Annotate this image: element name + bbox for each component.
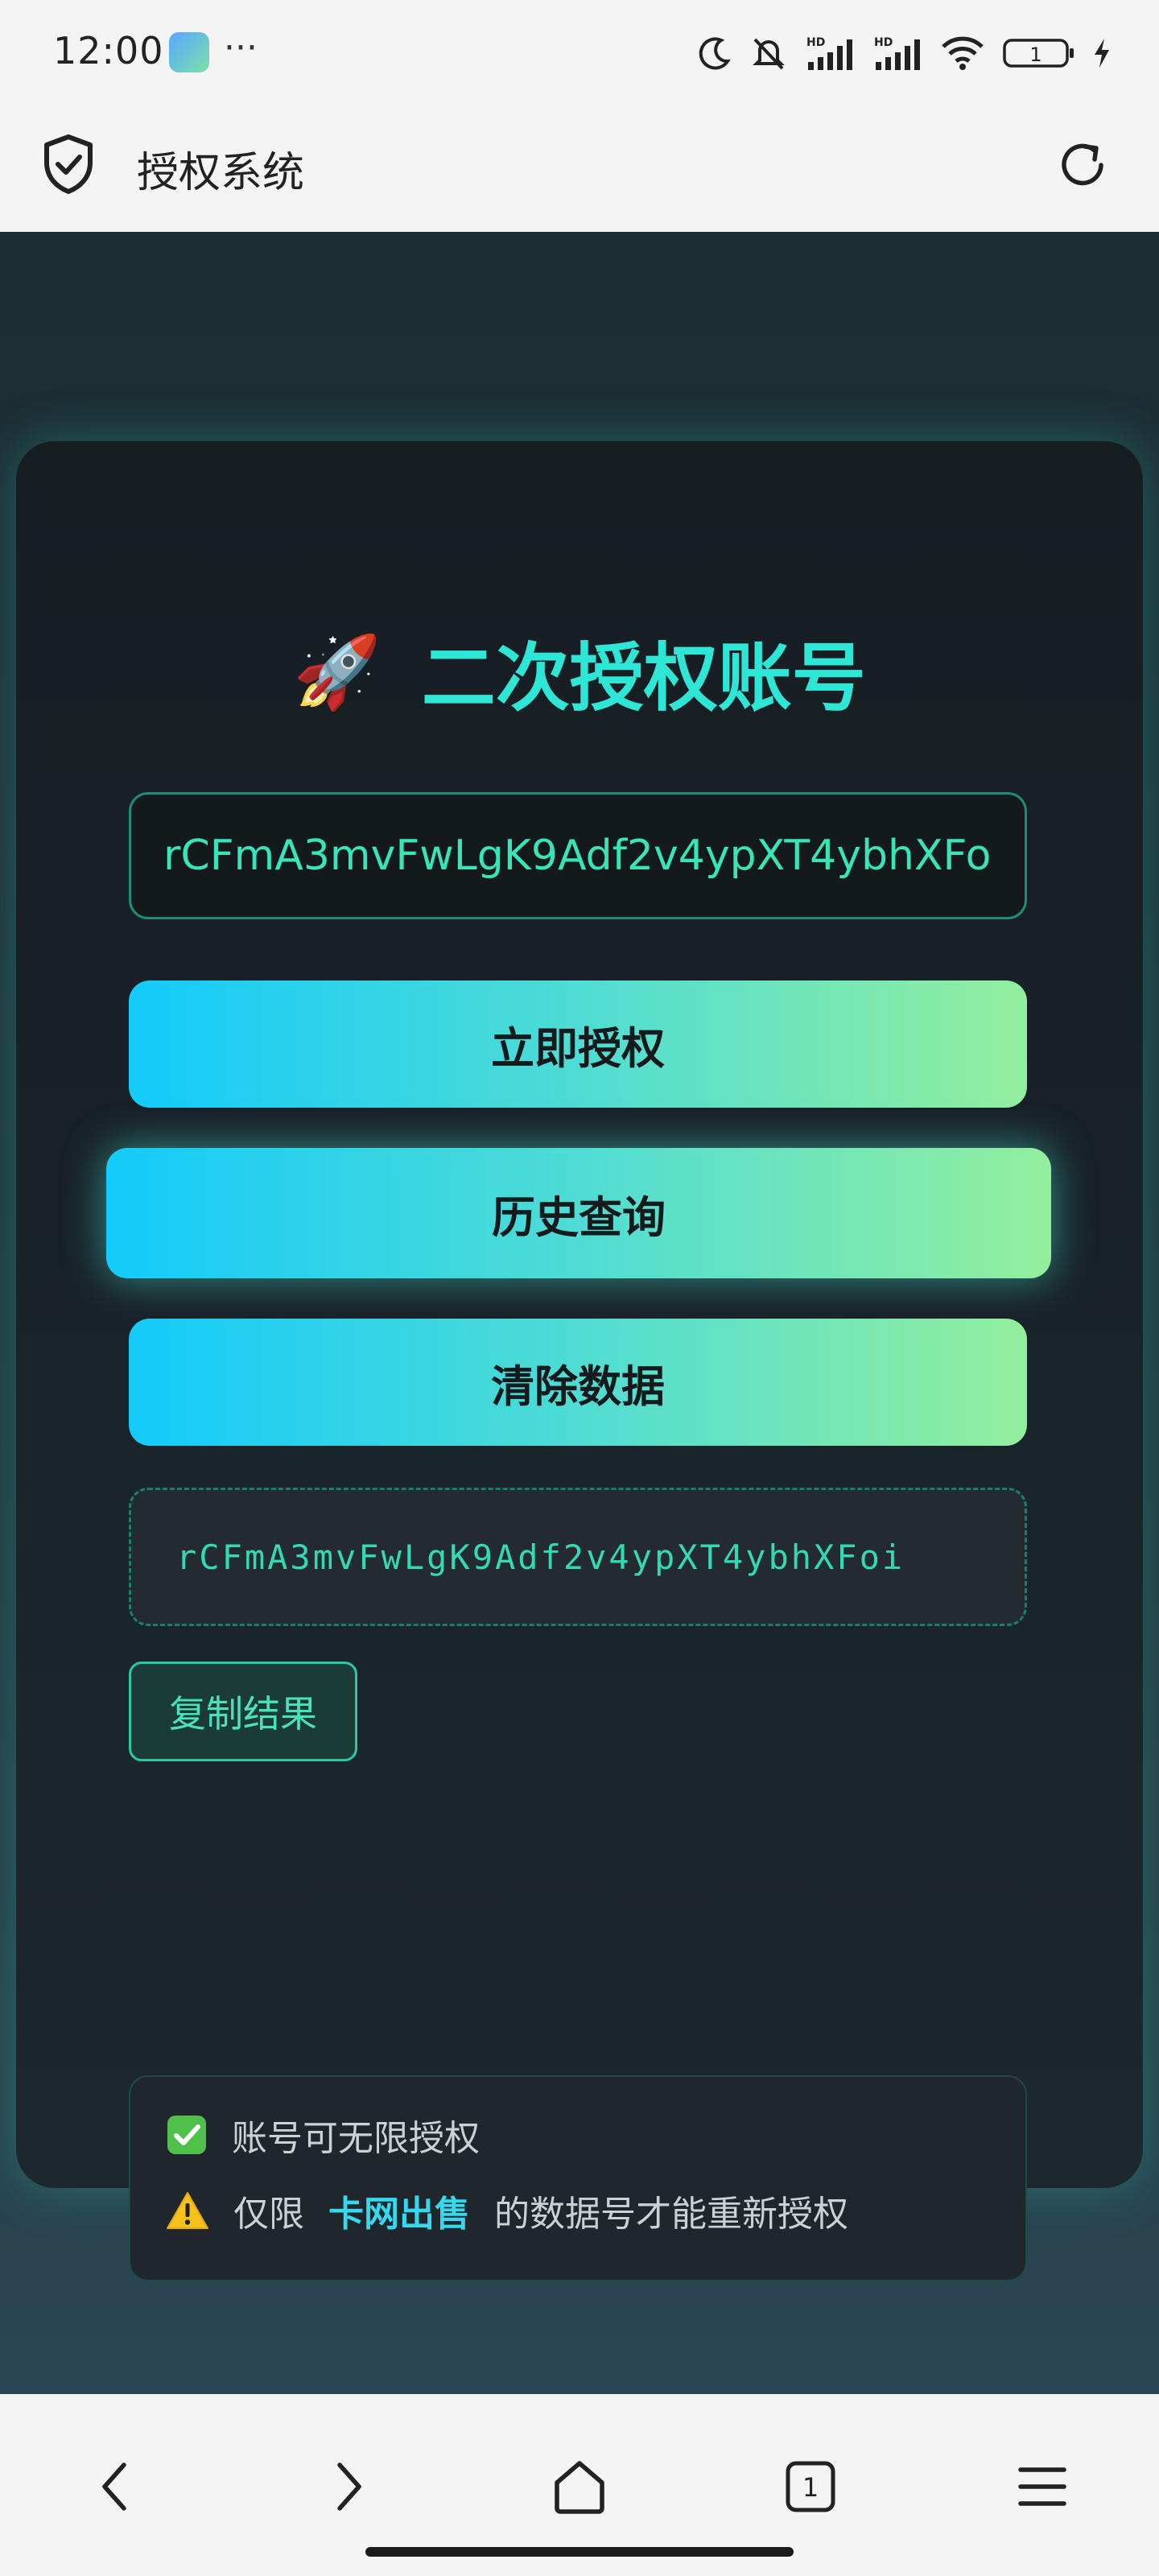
auth-card: 🚀 二次授权账号 立即授权 历史查询 清除数据 rCFmA3mvFwLgK9Ad…: [16, 441, 1143, 2281]
card-title: 🚀 二次授权账号: [16, 618, 1143, 725]
check-icon: [167, 2116, 206, 2154]
authorize-button[interactable]: 立即授权: [129, 980, 1027, 1108]
status-bar: 12:00 ··· HD HD 1: [0, 0, 1159, 105]
bell-muted-icon: [753, 38, 785, 70]
info-line-restriction: 仅限 卡网出售 的数据号才能重新授权: [166, 2185, 848, 2236]
charging-icon: [1095, 39, 1109, 68]
page-title: 授权系统: [137, 149, 305, 197]
token-input[interactable]: [129, 792, 1027, 919]
copy-result-button[interactable]: 复制结果: [129, 1662, 357, 1761]
info-highlight: 卡网出售: [328, 2194, 470, 2235]
result-text: rCFmA3mvFwLgK9Adf2v4ypXT4ybhXFoi: [176, 1537, 905, 1577]
info-box: 账号可无限授权 仅限 卡网出售 的数据号才能重新授权: [129, 2075, 1027, 2281]
rocket-icon: 🚀: [293, 630, 382, 713]
result-box: rCFmA3mvFwLgK9Adf2v4ypXT4ybhXFoi: [129, 1488, 1027, 1626]
clear-data-button[interactable]: 清除数据: [129, 1319, 1027, 1446]
menu-icon[interactable]: [1016, 2458, 1069, 2515]
back-icon[interactable]: [93, 2458, 138, 2515]
browser-header: 授权系统: [0, 105, 1159, 232]
info-suffix: 的数据号才能重新授权: [494, 2194, 848, 2235]
hd-label: HD: [874, 36, 893, 49]
moon-icon: [699, 37, 731, 70]
history-query-button[interactable]: 历史查询: [106, 1148, 1051, 1278]
info-prefix: 仅限: [233, 2194, 304, 2235]
signal-icon: HD: [806, 36, 852, 70]
shield-check-icon[interactable]: [42, 134, 95, 195]
warning-icon: [167, 2192, 208, 2229]
tabs-icon[interactable]: 1: [784, 2458, 837, 2515]
forward-icon[interactable]: [325, 2458, 370, 2515]
hd-label: HD: [806, 36, 825, 49]
card-title-text: 二次授权账号: [421, 635, 866, 721]
battery-level: 1: [1029, 43, 1041, 66]
info-line-unlimited: 账号可无限授权: [166, 2109, 480, 2161]
battery-icon: 1: [1003, 39, 1074, 68]
page-content: 🚀 二次授权账号 立即授权 历史查询 清除数据 rCFmA3mvFwLgK9Ad…: [0, 232, 1159, 2394]
home-indicator[interactable]: [365, 2547, 794, 2557]
refresh-icon[interactable]: [1054, 137, 1111, 193]
wifi-icon: [942, 36, 984, 70]
status-icons: HD HD 1: [697, 31, 1111, 76]
signal-icon: HD: [874, 36, 920, 70]
app-icon: [169, 32, 209, 72]
more-dots: ···: [224, 27, 258, 68]
home-icon[interactable]: [551, 2458, 608, 2515]
status-time: 12:00: [53, 29, 164, 72]
tab-count: 1: [802, 2472, 819, 2503]
info-text-unlimited: 账号可无限授权: [232, 2118, 480, 2159]
